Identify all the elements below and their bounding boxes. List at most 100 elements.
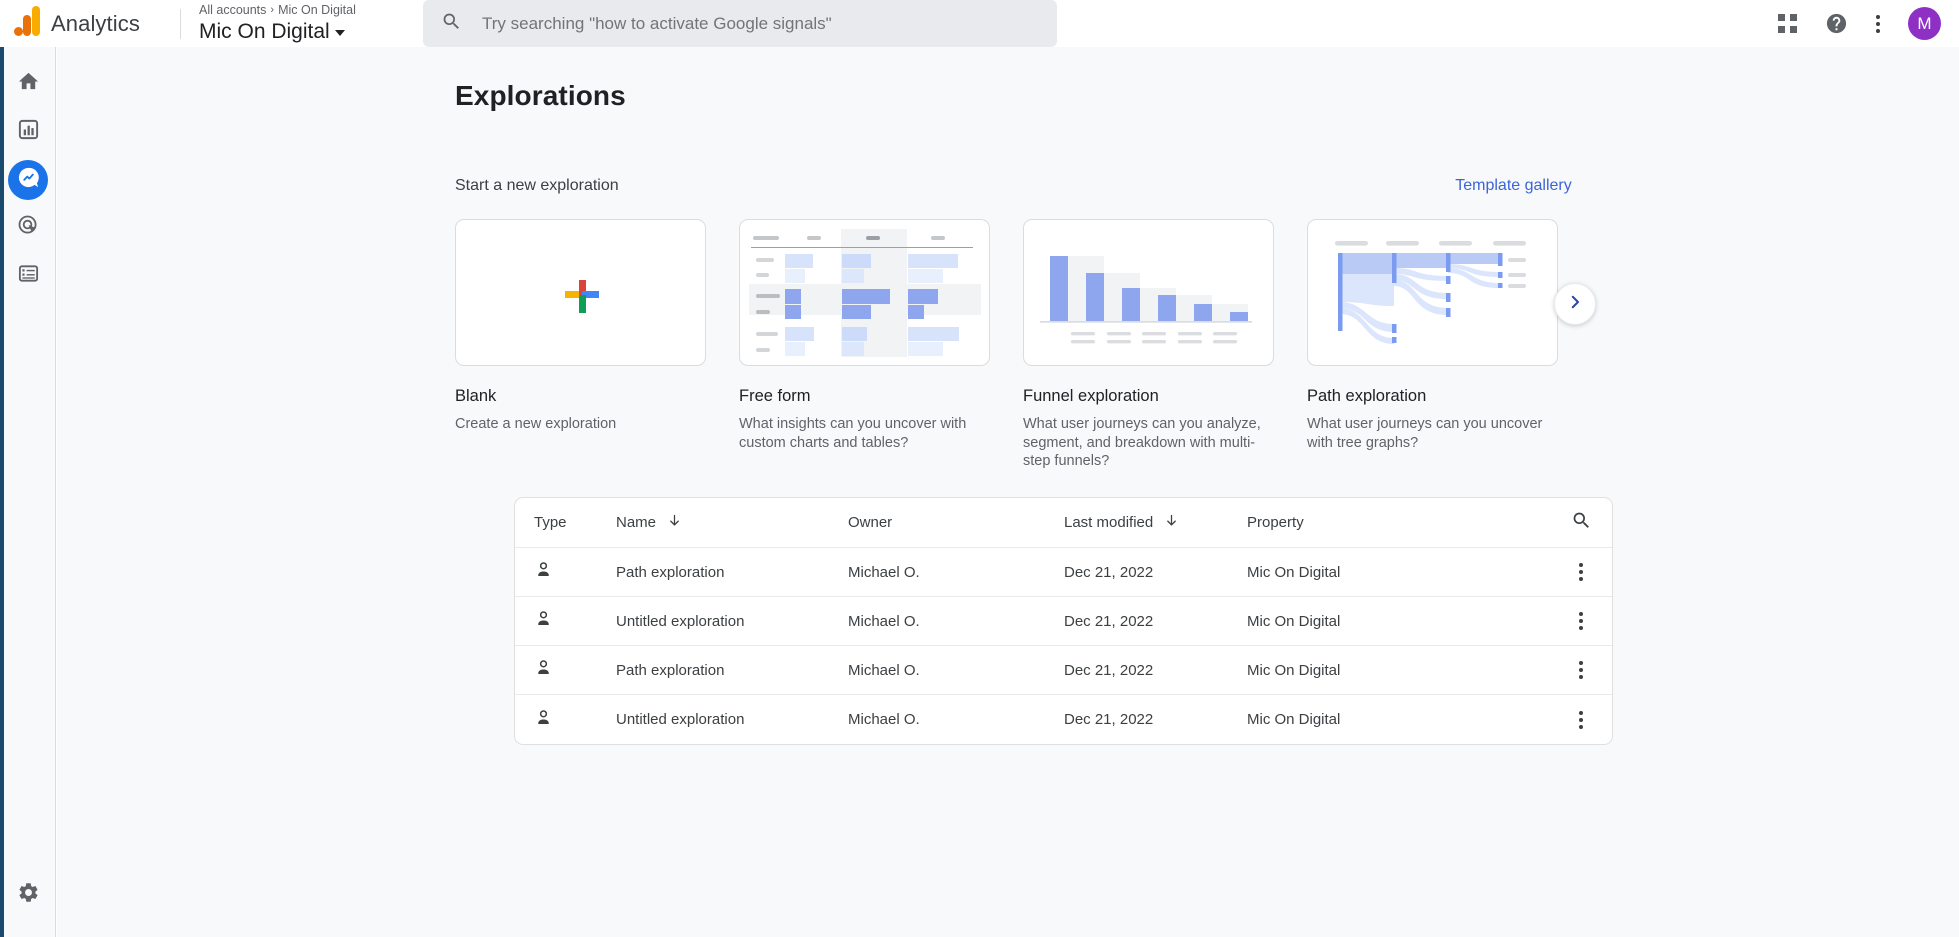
person-icon bbox=[515, 560, 616, 584]
row-owner: Michael O. bbox=[848, 564, 1064, 581]
column-header-property[interactable]: Property bbox=[1247, 514, 1550, 531]
explore-selected-pill bbox=[8, 160, 48, 200]
explore-icon bbox=[17, 166, 40, 194]
account-property-selector[interactable]: All accounts › Mic On Digital Mic On Dig… bbox=[181, 0, 371, 47]
row-actions-button[interactable] bbox=[1550, 612, 1612, 630]
sidebar-item-advertising[interactable] bbox=[0, 204, 56, 252]
more-vert-icon bbox=[1579, 612, 1583, 630]
table-row[interactable]: Untitled exploration Michael O. Dec 21, … bbox=[515, 695, 1612, 744]
apps-grid-icon[interactable] bbox=[1778, 14, 1797, 33]
home-icon bbox=[17, 70, 40, 98]
column-header-last-modified[interactable]: Last modified bbox=[1064, 513, 1247, 532]
property-name: Mic On Digital bbox=[199, 19, 330, 44]
configure-list-icon bbox=[17, 262, 40, 290]
sidebar-item-admin[interactable] bbox=[0, 871, 56, 919]
more-vert-icon bbox=[1579, 563, 1583, 581]
table-row[interactable]: Path exploration Michael O. Dec 21, 2022… bbox=[515, 646, 1612, 695]
person-icon bbox=[515, 658, 616, 682]
card-title: Funnel exploration bbox=[1023, 387, 1274, 406]
advertising-target-icon bbox=[17, 214, 40, 242]
row-last-modified: Dec 21, 2022 bbox=[1064, 613, 1247, 630]
row-actions-button[interactable] bbox=[1550, 711, 1612, 729]
row-owner: Michael O. bbox=[848, 711, 1064, 728]
sidebar-item-reports[interactable] bbox=[0, 108, 56, 156]
top-bar-actions: M bbox=[1778, 0, 1941, 47]
breadcrumb[interactable]: All accounts › Mic On Digital bbox=[199, 3, 371, 18]
column-header-name-label: Name bbox=[616, 514, 656, 531]
card-description: What insights can you uncover with custo… bbox=[739, 415, 990, 452]
chevron-right-icon bbox=[1566, 293, 1584, 316]
table-row[interactable]: Path exploration Michael O. Dec 21, 2022… bbox=[515, 548, 1612, 597]
breadcrumb-root[interactable]: All accounts bbox=[199, 3, 266, 18]
column-header-owner[interactable]: Owner bbox=[848, 514, 1064, 531]
template-card-blank[interactable]: Blank Create a new exploration bbox=[455, 219, 706, 471]
help-circle-icon[interactable] bbox=[1825, 12, 1848, 35]
arrow-down-icon bbox=[1164, 513, 1179, 532]
card-description: What user journeys can you uncover with … bbox=[1307, 415, 1558, 452]
row-last-modified: Dec 21, 2022 bbox=[1064, 711, 1247, 728]
card-title: Path exploration bbox=[1307, 387, 1558, 406]
row-property: Mic On Digital bbox=[1247, 662, 1550, 679]
breadcrumb-separator-icon: › bbox=[270, 3, 274, 18]
person-icon bbox=[515, 609, 616, 633]
search-icon bbox=[441, 11, 462, 37]
arrow-down-icon bbox=[667, 513, 682, 532]
more-vert-icon[interactable] bbox=[1876, 15, 1880, 33]
main-content: Explorations Start a new exploration Tem… bbox=[57, 47, 1959, 937]
exploration-template-carousel: Blank Create a new exploration bbox=[455, 219, 1558, 471]
row-name[interactable]: Path exploration bbox=[616, 564, 848, 581]
search-input[interactable] bbox=[482, 14, 1039, 34]
sidebar-item-home[interactable] bbox=[0, 60, 56, 108]
row-owner: Michael O. bbox=[848, 662, 1064, 679]
row-last-modified: Dec 21, 2022 bbox=[1064, 662, 1247, 679]
template-card-path-exploration[interactable]: Path exploration What user journeys can … bbox=[1307, 219, 1558, 471]
funnel-bars-thumbnail[interactable] bbox=[1023, 219, 1274, 366]
card-description: What user journeys can you analyze, segm… bbox=[1023, 415, 1274, 471]
column-header-last-modified-label: Last modified bbox=[1064, 514, 1153, 531]
top-app-bar: Analytics All accounts › Mic On Digital … bbox=[0, 0, 1959, 47]
analytics-home-link[interactable]: Analytics bbox=[0, 0, 178, 47]
table-row[interactable]: Untitled exploration Michael O. Dec 21, … bbox=[515, 597, 1612, 646]
card-title: Blank bbox=[455, 387, 706, 406]
sidebar-item-configure[interactable] bbox=[0, 252, 56, 300]
more-vert-icon bbox=[1579, 711, 1583, 729]
carousel-next-button[interactable] bbox=[1554, 283, 1596, 325]
search-icon bbox=[1571, 510, 1592, 536]
left-nav-rail bbox=[0, 47, 56, 937]
row-property: Mic On Digital bbox=[1247, 711, 1550, 728]
table-header-row: Type Name Owner Last modified Property bbox=[515, 498, 1612, 548]
row-name[interactable]: Untitled exploration bbox=[616, 613, 848, 630]
explorations-table: Type Name Owner Last modified Property bbox=[514, 497, 1613, 745]
property-row[interactable]: Mic On Digital bbox=[199, 19, 371, 44]
row-name[interactable]: Untitled exploration bbox=[616, 711, 848, 728]
row-actions-button[interactable] bbox=[1550, 661, 1612, 679]
row-name[interactable]: Path exploration bbox=[616, 662, 848, 679]
blank-plus-thumbnail[interactable] bbox=[455, 219, 706, 366]
table-search-button[interactable] bbox=[1550, 510, 1612, 536]
brand-name: Analytics bbox=[51, 11, 140, 37]
row-owner: Michael O. bbox=[848, 613, 1064, 630]
gear-icon bbox=[17, 881, 40, 909]
page-title: Explorations bbox=[455, 80, 626, 112]
row-property: Mic On Digital bbox=[1247, 613, 1550, 630]
more-vert-icon bbox=[1579, 661, 1583, 679]
rail-accent-edge bbox=[0, 47, 4, 937]
sidebar-item-explore[interactable] bbox=[0, 156, 56, 204]
row-actions-button[interactable] bbox=[1550, 563, 1612, 581]
row-last-modified: Dec 21, 2022 bbox=[1064, 564, 1247, 581]
path-sankey-thumbnail[interactable] bbox=[1307, 219, 1558, 366]
breadcrumb-current[interactable]: Mic On Digital bbox=[278, 3, 356, 18]
section-label: Start a new exploration bbox=[455, 177, 619, 195]
search-bar[interactable] bbox=[423, 0, 1057, 47]
template-card-funnel-exploration[interactable]: Funnel exploration What user journeys ca… bbox=[1023, 219, 1274, 471]
column-header-type[interactable]: Type bbox=[515, 514, 616, 531]
avatar[interactable]: M bbox=[1908, 7, 1941, 40]
template-card-free-form[interactable]: Free form What insights can you uncover … bbox=[739, 219, 990, 471]
card-title: Free form bbox=[739, 387, 990, 406]
person-icon bbox=[515, 708, 616, 732]
row-property: Mic On Digital bbox=[1247, 564, 1550, 581]
column-header-name[interactable]: Name bbox=[616, 513, 848, 532]
template-gallery-link[interactable]: Template gallery bbox=[1432, 177, 1595, 195]
caret-down-icon bbox=[335, 30, 345, 36]
free-form-table-thumbnail[interactable] bbox=[739, 219, 990, 366]
